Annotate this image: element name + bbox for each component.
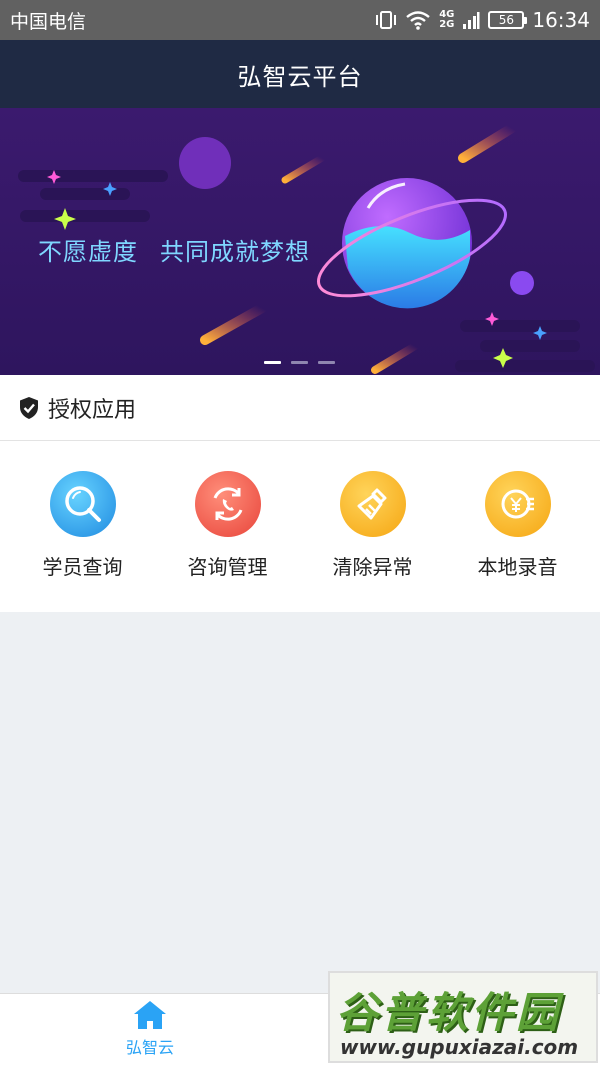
yen-coin-icon <box>501 489 534 519</box>
tab-home[interactable]: 弘智云 <box>110 1000 190 1058</box>
app-label: 咨询管理 <box>187 555 268 579</box>
watermark-text: 谷普软件园 <box>336 988 562 1037</box>
home-icon <box>134 1001 166 1029</box>
carousel-dot[interactable] <box>264 361 281 364</box>
app-clear-exception[interactable]: 清除异常 <box>313 471 433 580</box>
watermark-logo: 谷普软件园 www.gupuxiazai.com <box>328 971 598 1063</box>
banner-carousel[interactable]: 不愿虚度 共同成就梦想 <box>0 108 600 375</box>
clock: 16:34 <box>532 8 590 32</box>
page-title: 弘智云平台 <box>237 62 363 91</box>
app-student-query[interactable]: 学员查询 <box>23 471 143 580</box>
carousel-indicators <box>264 361 335 364</box>
app-consult-manage[interactable]: 咨询管理 <box>168 471 288 580</box>
vibrate-icon <box>376 11 397 29</box>
authorized-apps-section: 授权应用 学员查询 咨询管理 清除异常 本地录音 <box>0 375 600 612</box>
search-icon <box>64 486 101 522</box>
banner-slogan: 不愿虚度 共同成就梦想 <box>38 238 310 266</box>
section-header: 授权应用 <box>0 375 600 441</box>
wifi-icon <box>406 11 430 30</box>
section-title: 授权应用 <box>48 397 137 423</box>
app-local-recording[interactable]: 本地录音 <box>458 471 578 580</box>
carousel-dot[interactable] <box>318 361 335 364</box>
carrier-name: 中国电信 <box>10 10 87 33</box>
status-icons: 4G 2G 56 16:34 <box>375 8 590 32</box>
app-label: 本地录音 <box>477 555 558 579</box>
app-label: 学员查询 <box>42 555 123 579</box>
watermark-url: www.gupuxiazai.com <box>340 1035 579 1059</box>
network-type: 4G 2G <box>439 9 455 30</box>
status-bar: 中国电信 4G 2G 56 16:34 <box>0 0 600 40</box>
shield-check-icon <box>20 396 38 419</box>
phone-refresh-icon <box>213 487 242 521</box>
tab-label: 弘智云 <box>125 1038 174 1057</box>
signal-icon <box>463 12 480 29</box>
battery-icon: 56 <box>488 11 528 29</box>
broom-icon <box>357 488 386 520</box>
nav-bar: 弘智云平台 <box>0 40 600 108</box>
app-grid: 学员查询 咨询管理 清除异常 本地录音 <box>0 441 600 580</box>
carousel-dot[interactable] <box>291 361 308 364</box>
app-label: 清除异常 <box>332 555 413 579</box>
